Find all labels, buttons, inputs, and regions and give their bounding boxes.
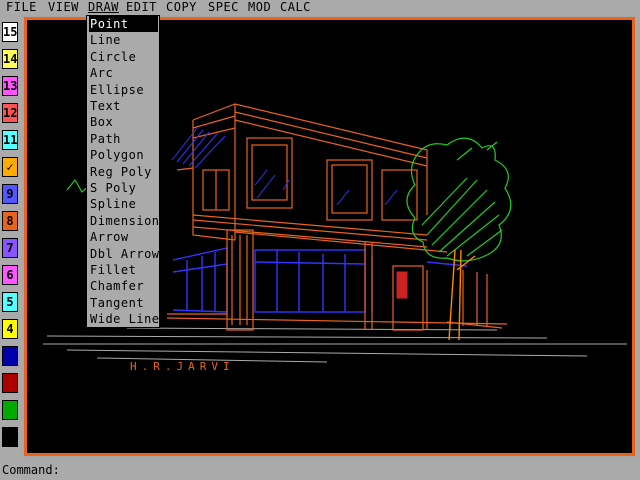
color-swatch[interactable]: 4: [2, 319, 18, 339]
color-swatch[interactable]: 0: [2, 427, 18, 447]
menu-view[interactable]: VIEW: [48, 0, 79, 15]
menu-edit[interactable]: EDIT: [126, 0, 157, 15]
color-swatch[interactable]: [2, 373, 18, 393]
menu-bar: FILE VIEW DRAW EDIT COPY SPEC MOD CALC: [0, 0, 640, 15]
draw-menu-item[interactable]: Wide Line: [89, 311, 159, 327]
draw-menu-item[interactable]: Dbl Arrow: [89, 246, 159, 262]
draw-menu-item[interactable]: Dimension: [89, 213, 159, 229]
draw-menu-item[interactable]: Spline: [89, 196, 158, 212]
ground-lines: [43, 327, 627, 363]
door: [396, 271, 408, 299]
signature-text: H.R.JARVI: [130, 360, 235, 373]
draw-menu-item[interactable]: Point: [89, 16, 158, 32]
menu-calc[interactable]: CALC: [280, 0, 311, 15]
menu-mod[interactable]: MOD: [248, 0, 271, 15]
tree-trunk: [448, 249, 476, 341]
draw-menu-item[interactable]: Box: [89, 114, 158, 130]
color-swatch[interactable]: 5: [2, 292, 18, 312]
draw-menu-item[interactable]: Path: [89, 131, 158, 147]
draw-menu-item[interactable]: S Poly: [89, 180, 158, 196]
draw-menu-item[interactable]: Reg Poly: [89, 164, 158, 180]
color-swatch[interactable]: 11: [2, 130, 18, 150]
draw-menu-item[interactable]: Arc: [89, 65, 158, 81]
draw-menu-item[interactable]: Arrow: [89, 229, 158, 245]
menu-copy[interactable]: COPY: [166, 0, 197, 15]
color-swatch[interactable]: 7: [2, 238, 18, 258]
command-label: Command:: [2, 463, 60, 477]
color-swatch[interactable]: 8: [2, 211, 18, 231]
color-swatch[interactable]: [2, 346, 18, 366]
draw-menu-item[interactable]: Ellipse: [89, 82, 158, 98]
draw-menu-item[interactable]: Tangent: [89, 295, 158, 311]
color-swatch[interactable]: 14: [2, 49, 18, 69]
draw-dropdown-menu: Point Line Circle Arc Ellipse Text Box Path Poly…: [86, 15, 160, 328]
color-swatch[interactable]: 15: [2, 22, 18, 42]
building-upper: [176, 103, 448, 253]
color-swatch[interactable]: 6: [2, 265, 18, 285]
menu-file[interactable]: FILE: [6, 0, 37, 15]
draw-menu-item[interactable]: Text: [89, 98, 158, 114]
color-swatch[interactable]: [2, 400, 18, 420]
color-swatch[interactable]: ✓: [2, 157, 18, 177]
color-palette: 15 14 13 12 11 ✓ 9 8 7 6 5 4 0: [0, 18, 22, 460]
draw-menu-item[interactable]: Line: [89, 32, 158, 48]
color-swatch[interactable]: 13: [2, 76, 18, 96]
command-line[interactable]: Command:: [0, 461, 640, 480]
menu-spec[interactable]: SPEC: [208, 0, 239, 15]
draw-menu-item[interactable]: Polygon: [89, 147, 158, 163]
draw-menu-item[interactable]: Fillet: [89, 262, 158, 278]
roof-hatch: [171, 127, 398, 206]
color-swatch[interactable]: 12: [2, 103, 18, 123]
building-lower: [166, 229, 508, 331]
draw-menu-item[interactable]: Circle: [89, 49, 158, 65]
menu-draw[interactable]: DRAW: [88, 0, 119, 15]
draw-menu-item[interactable]: Chamfer: [89, 278, 158, 294]
color-swatch[interactable]: 9: [2, 184, 18, 204]
